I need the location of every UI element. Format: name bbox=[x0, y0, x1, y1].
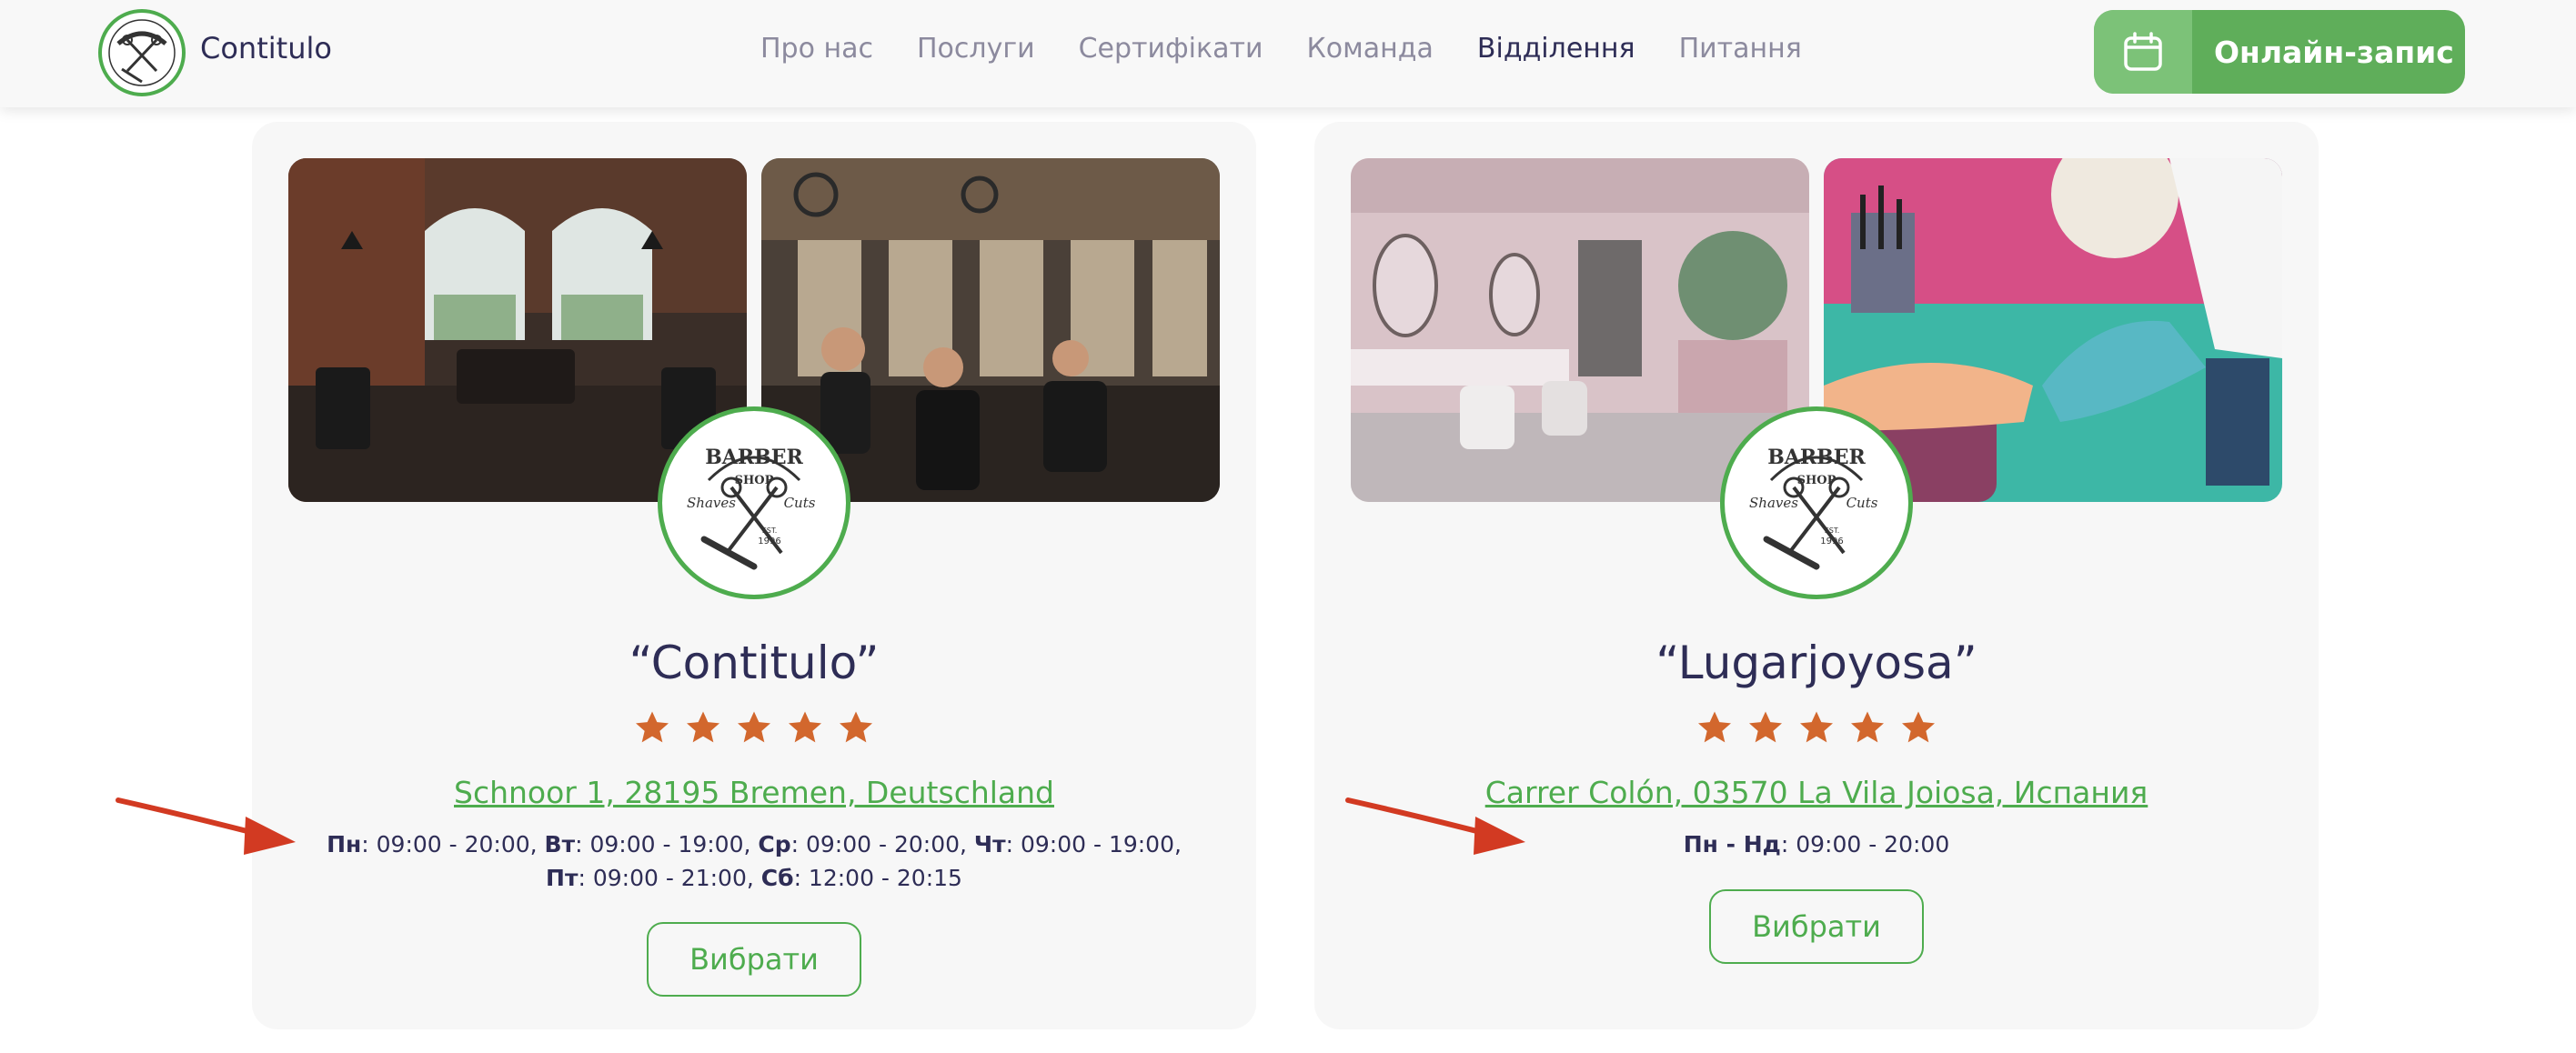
hours-day: Пт bbox=[546, 865, 579, 891]
badge-year: 1996 bbox=[1820, 537, 1843, 547]
branch-title: “Contitulo” bbox=[629, 637, 880, 689]
rating-stars bbox=[1314, 709, 2319, 746]
logo[interactable] bbox=[98, 9, 186, 96]
branch-card: BARBER SHOP Shaves Cuts EST. 1996 “Conti… bbox=[252, 122, 1256, 1029]
star-icon bbox=[1851, 711, 1884, 743]
barber-shop-logo bbox=[108, 19, 176, 86]
badge-word-cuts: Cuts bbox=[784, 495, 816, 511]
hours-day: Пн bbox=[327, 831, 362, 857]
site-header: Contitulo Про нас Послуги Сертифікати Ко… bbox=[0, 0, 2576, 107]
nav-item-branches[interactable]: Відділення bbox=[1477, 33, 1635, 65]
hours-time: : 09:00 - 20:00 bbox=[1780, 831, 1950, 857]
select-branch-button[interactable]: Вибрати bbox=[647, 922, 861, 997]
main-nav: Про нас Послуги Сертифікати Команда Відд… bbox=[760, 33, 1846, 65]
star-icon bbox=[1698, 711, 1731, 743]
hours-time: : 09:00 - 19:00, bbox=[575, 831, 759, 857]
hours-day: Чт bbox=[973, 831, 1006, 857]
nav-item-about[interactable]: Про нас bbox=[760, 33, 873, 65]
barber-shop-badge: BARBER SHOP Shaves Cuts EST. 1996 bbox=[658, 406, 850, 599]
badge-year: 1996 bbox=[758, 537, 780, 547]
barber-shop-logo: BARBER SHOP Shaves Cuts EST. 1996 bbox=[687, 446, 816, 570]
hours-day: Пн - Нд bbox=[1683, 831, 1781, 857]
badge-word-est: EST. bbox=[762, 526, 778, 535]
hours-time: : 09:00 - 19:00, bbox=[1005, 831, 1182, 857]
badge-word-est: EST. bbox=[1825, 526, 1840, 535]
rating-stars bbox=[252, 709, 1256, 746]
opening-hours: Пн: 09:00 - 20:00, Вт: 09:00 - 19:00, Ср… bbox=[307, 827, 1202, 895]
barber-shop-logo: BARBER SHOP Shaves Cuts EST. 1996 bbox=[1749, 446, 1878, 570]
brand-name[interactable]: Contitulo bbox=[200, 31, 332, 65]
hours-time: : 09:00 - 21:00, bbox=[578, 865, 761, 891]
star-icon bbox=[636, 711, 669, 743]
branch-address-link[interactable]: Schnoor 1, 28195 Bremen, Deutschland bbox=[252, 775, 1256, 810]
star-icon bbox=[789, 711, 821, 743]
online-booking-button[interactable]: Онлайн-запис bbox=[2094, 10, 2465, 94]
star-icon bbox=[1902, 711, 1935, 743]
nav-item-services[interactable]: Послуги bbox=[917, 33, 1035, 65]
nav-item-team[interactable]: Команда bbox=[1306, 33, 1433, 65]
select-branch-button[interactable]: Вибрати bbox=[1709, 889, 1924, 964]
barber-shop-badge: BARBER SHOP Shaves Cuts EST. 1996 bbox=[1720, 406, 1913, 599]
hours-time: : 12:00 - 20:15 bbox=[793, 865, 962, 891]
badge-word-cuts: Cuts bbox=[1846, 495, 1878, 511]
star-icon bbox=[1800, 711, 1833, 743]
badge-word-barber: BARBER bbox=[1767, 446, 1866, 469]
nav-item-certificates[interactable]: Сертифікати bbox=[1079, 33, 1263, 65]
nav-item-faq[interactable]: Питання bbox=[1679, 33, 1802, 65]
branch-title: “Lugarjoyosa” bbox=[1655, 637, 1977, 689]
branch-card: BARBER SHOP Shaves Cuts EST. 1996 “Lugar… bbox=[1314, 122, 2319, 1029]
hours-time: : 09:00 - 20:00, bbox=[790, 831, 974, 857]
star-icon bbox=[840, 711, 872, 743]
hours-day: Ср bbox=[758, 831, 791, 857]
hours-time: : 09:00 - 20:00, bbox=[361, 831, 545, 857]
badge-word-barber: BARBER bbox=[705, 446, 803, 469]
calendar-icon bbox=[2094, 10, 2192, 94]
arrow-annotation bbox=[116, 797, 296, 855]
star-icon bbox=[738, 711, 770, 743]
hours-day: Вт bbox=[544, 831, 576, 857]
star-icon bbox=[1749, 711, 1782, 743]
arrow-annotation bbox=[1345, 797, 1525, 855]
online-booking-label: Онлайн-запис bbox=[2214, 34, 2454, 70]
hours-day: Сб bbox=[760, 865, 794, 891]
star-icon bbox=[687, 711, 719, 743]
